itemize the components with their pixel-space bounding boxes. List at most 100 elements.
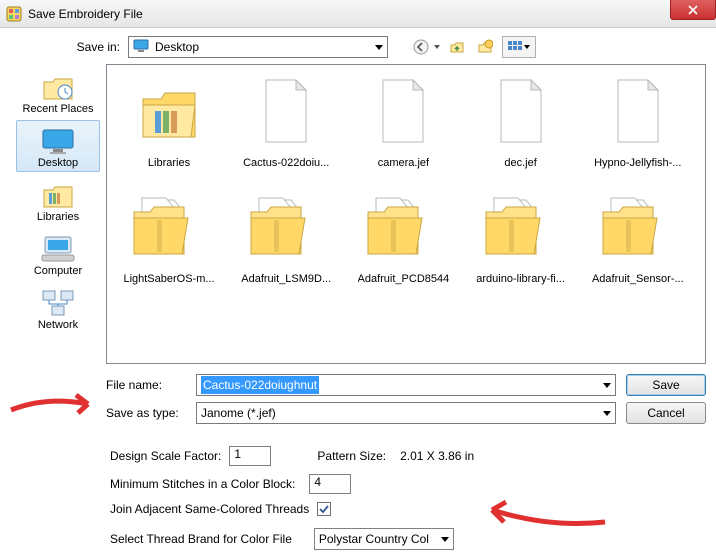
file-name: dec.jef (504, 157, 536, 169)
place-label: Computer (34, 265, 82, 277)
file-icon (246, 71, 326, 151)
file-item[interactable]: Adafruit_LSM9D... (232, 187, 340, 285)
file-icon (363, 71, 443, 151)
save-button[interactable]: Save (626, 374, 706, 396)
place-recent[interactable]: Recent Places (16, 66, 100, 118)
save-button-label: Save (652, 378, 679, 392)
pattern-size-value: 2.01 X 3.86 in (400, 449, 474, 463)
place-label: Libraries (37, 211, 79, 223)
thread-brand-dropdown[interactable]: Polystar Country Col (314, 528, 454, 550)
place-network[interactable]: Network (16, 282, 100, 334)
minstitch-label: Minimum Stitches in a Color Block: (110, 477, 295, 491)
chevron-down-icon (434, 45, 440, 49)
zip-folder-icon (481, 187, 561, 267)
dialog-body: Save in: Desktop (0, 28, 716, 560)
dialog-buttons: Save Cancel (626, 374, 706, 424)
window-title: Save Embroidery File (28, 7, 143, 21)
location-dropdown[interactable]: Desktop (128, 36, 388, 58)
file-icon (481, 71, 561, 151)
check-icon (319, 504, 329, 514)
zip-folder-icon (129, 187, 209, 267)
new-folder-button[interactable] (474, 36, 496, 58)
file-name: Libraries (148, 157, 190, 169)
file-item[interactable]: camera.jef (349, 71, 457, 169)
file-name: Hypno-Jellyfish-... (594, 157, 681, 169)
file-name: Adafruit_PCD8544 (358, 273, 450, 285)
save-in-label: Save in: (70, 40, 120, 54)
chevron-down-icon (524, 45, 530, 49)
file-name: Adafruit_Sensor-... (592, 273, 684, 285)
savetype-label: Save as type: (106, 406, 196, 420)
desktop-icon (39, 125, 77, 157)
network-icon (39, 287, 77, 319)
file-item[interactable]: arduino-library-fi... (467, 187, 575, 285)
thread-brand-label: Select Thread Brand for Color File (110, 532, 292, 546)
location-value: Desktop (155, 40, 199, 54)
view-icon (508, 41, 522, 53)
nav-toolbar (410, 36, 536, 58)
chevron-down-icon (603, 411, 611, 416)
file-name: camera.jef (378, 157, 429, 169)
file-name: LightSaberOS-m... (123, 273, 214, 285)
cancel-button-label: Cancel (647, 406, 684, 420)
file-icon (598, 71, 678, 151)
file-name: arduino-library-fi... (476, 273, 565, 285)
save-in-row: Save in: Desktop (70, 36, 706, 58)
savetype-dropdown[interactable]: Janome (*.jef) (196, 402, 616, 424)
titlebar: Save Embroidery File (0, 0, 716, 28)
scale-value: 1 (234, 447, 241, 461)
file-item[interactable]: Cactus-022doiu... (232, 71, 340, 169)
minstitch-input[interactable]: 4 (309, 474, 351, 494)
new-folder-icon (477, 39, 493, 55)
filename-value: Cactus-022doiughnut (201, 376, 319, 394)
place-label: Recent Places (23, 103, 94, 115)
places-bar: Recent Places Desktop Libraries Computer… (10, 64, 106, 364)
up-button[interactable] (446, 36, 468, 58)
savetype-value: Janome (*.jef) (201, 406, 276, 420)
file-item[interactable]: LightSaberOS-m... (115, 187, 223, 285)
filename-input[interactable]: Cactus-022doiughnut (196, 374, 616, 396)
desktop-icon (133, 39, 149, 56)
back-icon (413, 39, 429, 55)
place-label: Desktop (38, 157, 78, 169)
chevron-down-icon (603, 383, 611, 388)
file-grid: Libraries Cactus-022doiu... camera.jef dec.… (115, 71, 697, 285)
thread-brand-value: Polystar Country Col (319, 532, 429, 546)
scale-label: Design Scale Factor: (110, 449, 221, 463)
recent-icon (39, 71, 77, 103)
zip-folder-icon (246, 187, 326, 267)
file-item[interactable]: Adafruit_Sensor-... (584, 187, 692, 285)
file-item[interactable]: dec.jef (467, 71, 575, 169)
close-icon (688, 5, 698, 15)
options-panel: Design Scale Factor: 1 Pattern Size: 2.0… (110, 446, 706, 550)
place-desktop[interactable]: Desktop (16, 120, 100, 172)
file-item[interactable]: Adafruit_PCD8544 (349, 187, 457, 285)
chevron-down-icon (375, 45, 383, 50)
libraries-icon (39, 179, 77, 211)
folder-up-icon (449, 39, 465, 55)
form-rows: File name: Cactus-022doiughnut Save as t… (106, 374, 706, 424)
pattern-size-label: Pattern Size: (317, 449, 386, 463)
filename-label: File name: (106, 378, 196, 392)
main-area: Recent Places Desktop Libraries Computer… (10, 64, 706, 364)
minstitch-value: 4 (314, 475, 321, 489)
file-name: Adafruit_LSM9D... (241, 273, 331, 285)
cancel-button[interactable]: Cancel (626, 402, 706, 424)
place-libraries[interactable]: Libraries (16, 174, 100, 226)
back-button[interactable] (410, 36, 432, 58)
savetype-row: Save as type: Janome (*.jef) (106, 402, 616, 424)
view-menu-button[interactable] (502, 36, 536, 58)
join-threads-checkbox[interactable] (317, 502, 331, 516)
computer-icon (39, 233, 77, 265)
close-button[interactable] (670, 0, 716, 20)
app-icon (6, 6, 22, 22)
file-item[interactable]: Hypno-Jellyfish-... (584, 71, 692, 169)
file-list-panel[interactable]: Libraries Cactus-022doiu... camera.jef dec.… (106, 64, 706, 364)
chevron-down-icon (441, 537, 449, 542)
zip-folder-icon (598, 187, 678, 267)
zip-folder-icon (363, 187, 443, 267)
place-computer[interactable]: Computer (16, 228, 100, 280)
file-item[interactable]: Libraries (115, 71, 223, 169)
scale-input[interactable]: 1 (229, 446, 271, 466)
join-threads-label: Join Adjacent Same-Colored Threads (110, 502, 309, 516)
